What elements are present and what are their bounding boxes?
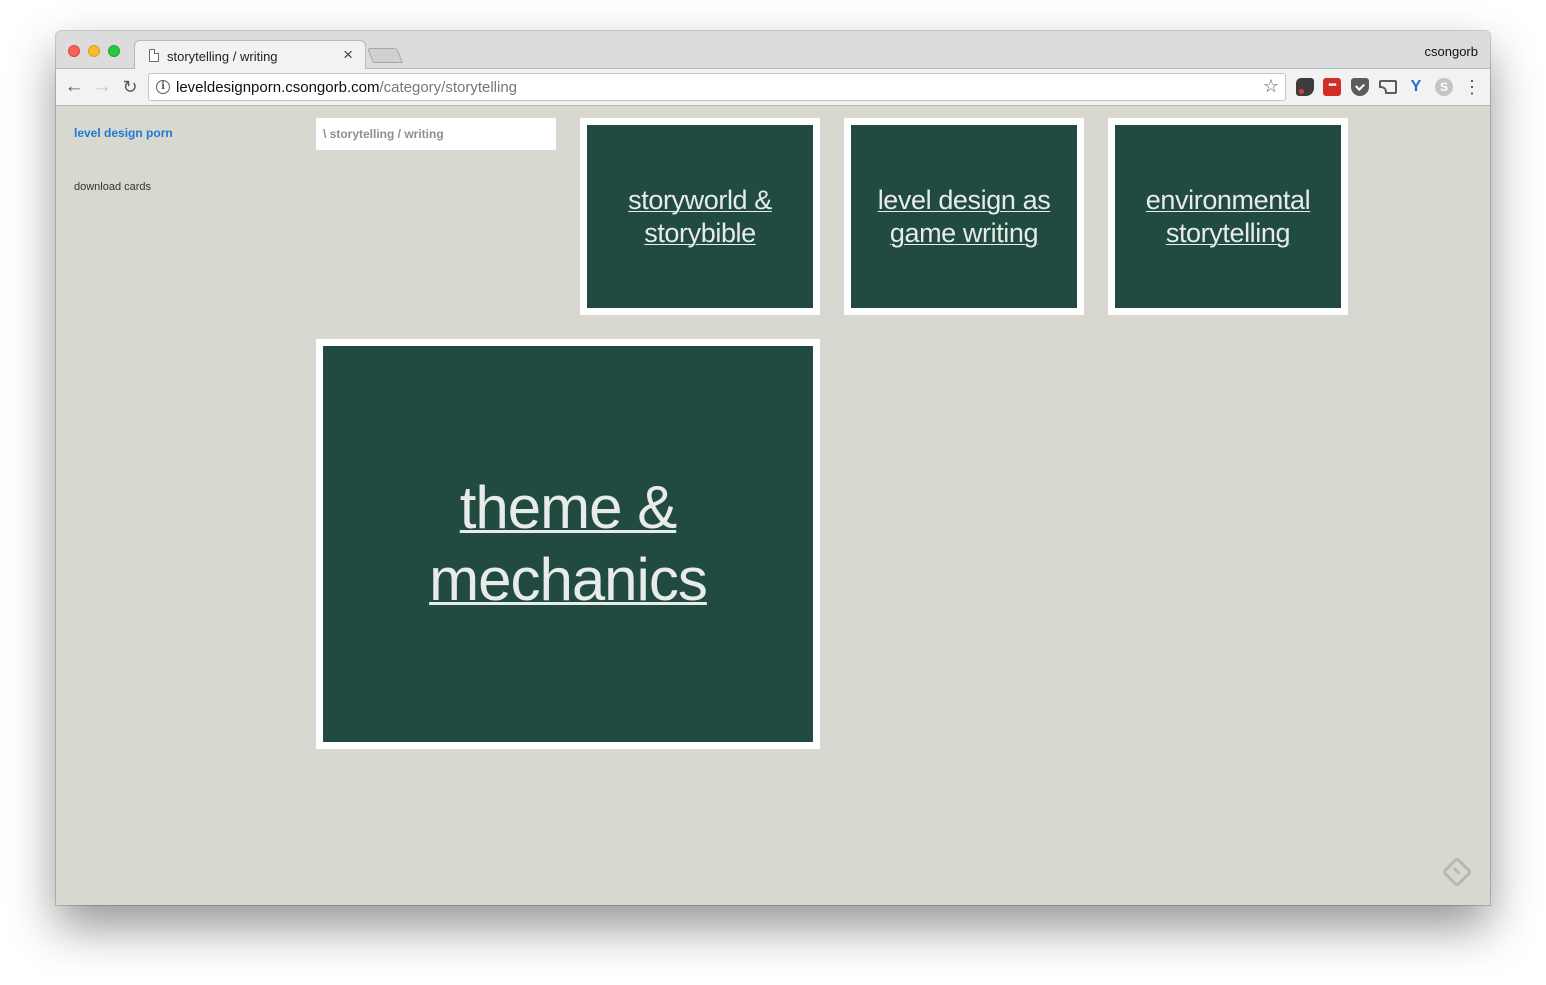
new-tab-button[interactable] <box>366 48 404 63</box>
card-inner: level design as game writing <box>851 125 1077 308</box>
url-host: leveldesignporn.csongorb.com <box>176 79 380 96</box>
maximize-window-button[interactable] <box>108 45 120 57</box>
card-theme-and-mechanics[interactable]: theme & mechanics <box>316 339 820 749</box>
breadcrumb-text: \ storytelling / writing <box>323 127 444 141</box>
url-path: /category/storytelling <box>379 79 518 96</box>
forward-icon[interactable]: → <box>91 76 113 98</box>
page-content: level design porn download cards \ story… <box>56 107 1490 905</box>
card-title-link[interactable]: theme & mechanics <box>323 472 813 616</box>
breadcrumb: \ storytelling / writing <box>316 118 556 150</box>
address-bar[interactable]: i leveldesignporn.csongorb.com/category/… <box>148 73 1286 101</box>
card-title-link[interactable]: environmental storytelling <box>1115 184 1341 250</box>
minimize-window-button[interactable] <box>88 45 100 57</box>
bookmark-star-icon[interactable]: ☆ <box>1263 76 1279 97</box>
card-storyworld[interactable]: storyworld & storybible <box>580 118 820 315</box>
skype-icon[interactable]: S <box>1435 78 1453 96</box>
site-title-link[interactable]: level design porn <box>74 126 173 140</box>
card-title-link[interactable]: storyworld & storybible <box>587 184 813 250</box>
lastpass-icon[interactable]: ••• <box>1323 78 1341 96</box>
download-cards-link[interactable]: download cards <box>74 179 164 195</box>
close-window-button[interactable] <box>68 45 80 57</box>
feedly-icon[interactable] <box>1441 856 1473 888</box>
cast-icon[interactable] <box>1379 80 1397 94</box>
evernote-icon[interactable] <box>1296 78 1314 96</box>
card-inner: storyworld & storybible <box>587 125 813 308</box>
menu-icon[interactable]: ⋮ <box>1463 77 1481 97</box>
browser-toolbar: ← → ↻ i leveldesignporn.csongorb.com/cat… <box>56 69 1490 106</box>
yoast-icon[interactable]: Y <box>1407 78 1425 96</box>
info-icon[interactable]: i <box>156 80 170 94</box>
card-inner: environmental storytelling <box>1115 125 1341 308</box>
tab-bar: storytelling / writing × csongorb <box>56 31 1490 70</box>
pocket-icon[interactable] <box>1351 78 1369 96</box>
url-text[interactable]: leveldesignporn.csongorb.com/category/st… <box>176 79 517 96</box>
profile-name[interactable]: csongorb <box>1425 44 1478 59</box>
card-inner: theme & mechanics <box>323 346 813 742</box>
card-environmental-storytelling[interactable]: environmental storytelling <box>1108 118 1348 315</box>
browser-window: storytelling / writing × csongorb ← → ↻ … <box>56 31 1490 905</box>
tab-title: storytelling / writing <box>167 49 278 64</box>
back-icon[interactable]: ← <box>63 76 85 98</box>
reload-icon[interactable]: ↻ <box>119 76 141 98</box>
tab-storytelling[interactable]: storytelling / writing × <box>134 40 366 70</box>
tab-close-icon[interactable]: × <box>343 46 353 64</box>
page-icon <box>149 49 159 62</box>
card-level-design-as-game-writing[interactable]: level design as game writing <box>844 118 1084 315</box>
card-title-link[interactable]: level design as game writing <box>851 184 1077 250</box>
